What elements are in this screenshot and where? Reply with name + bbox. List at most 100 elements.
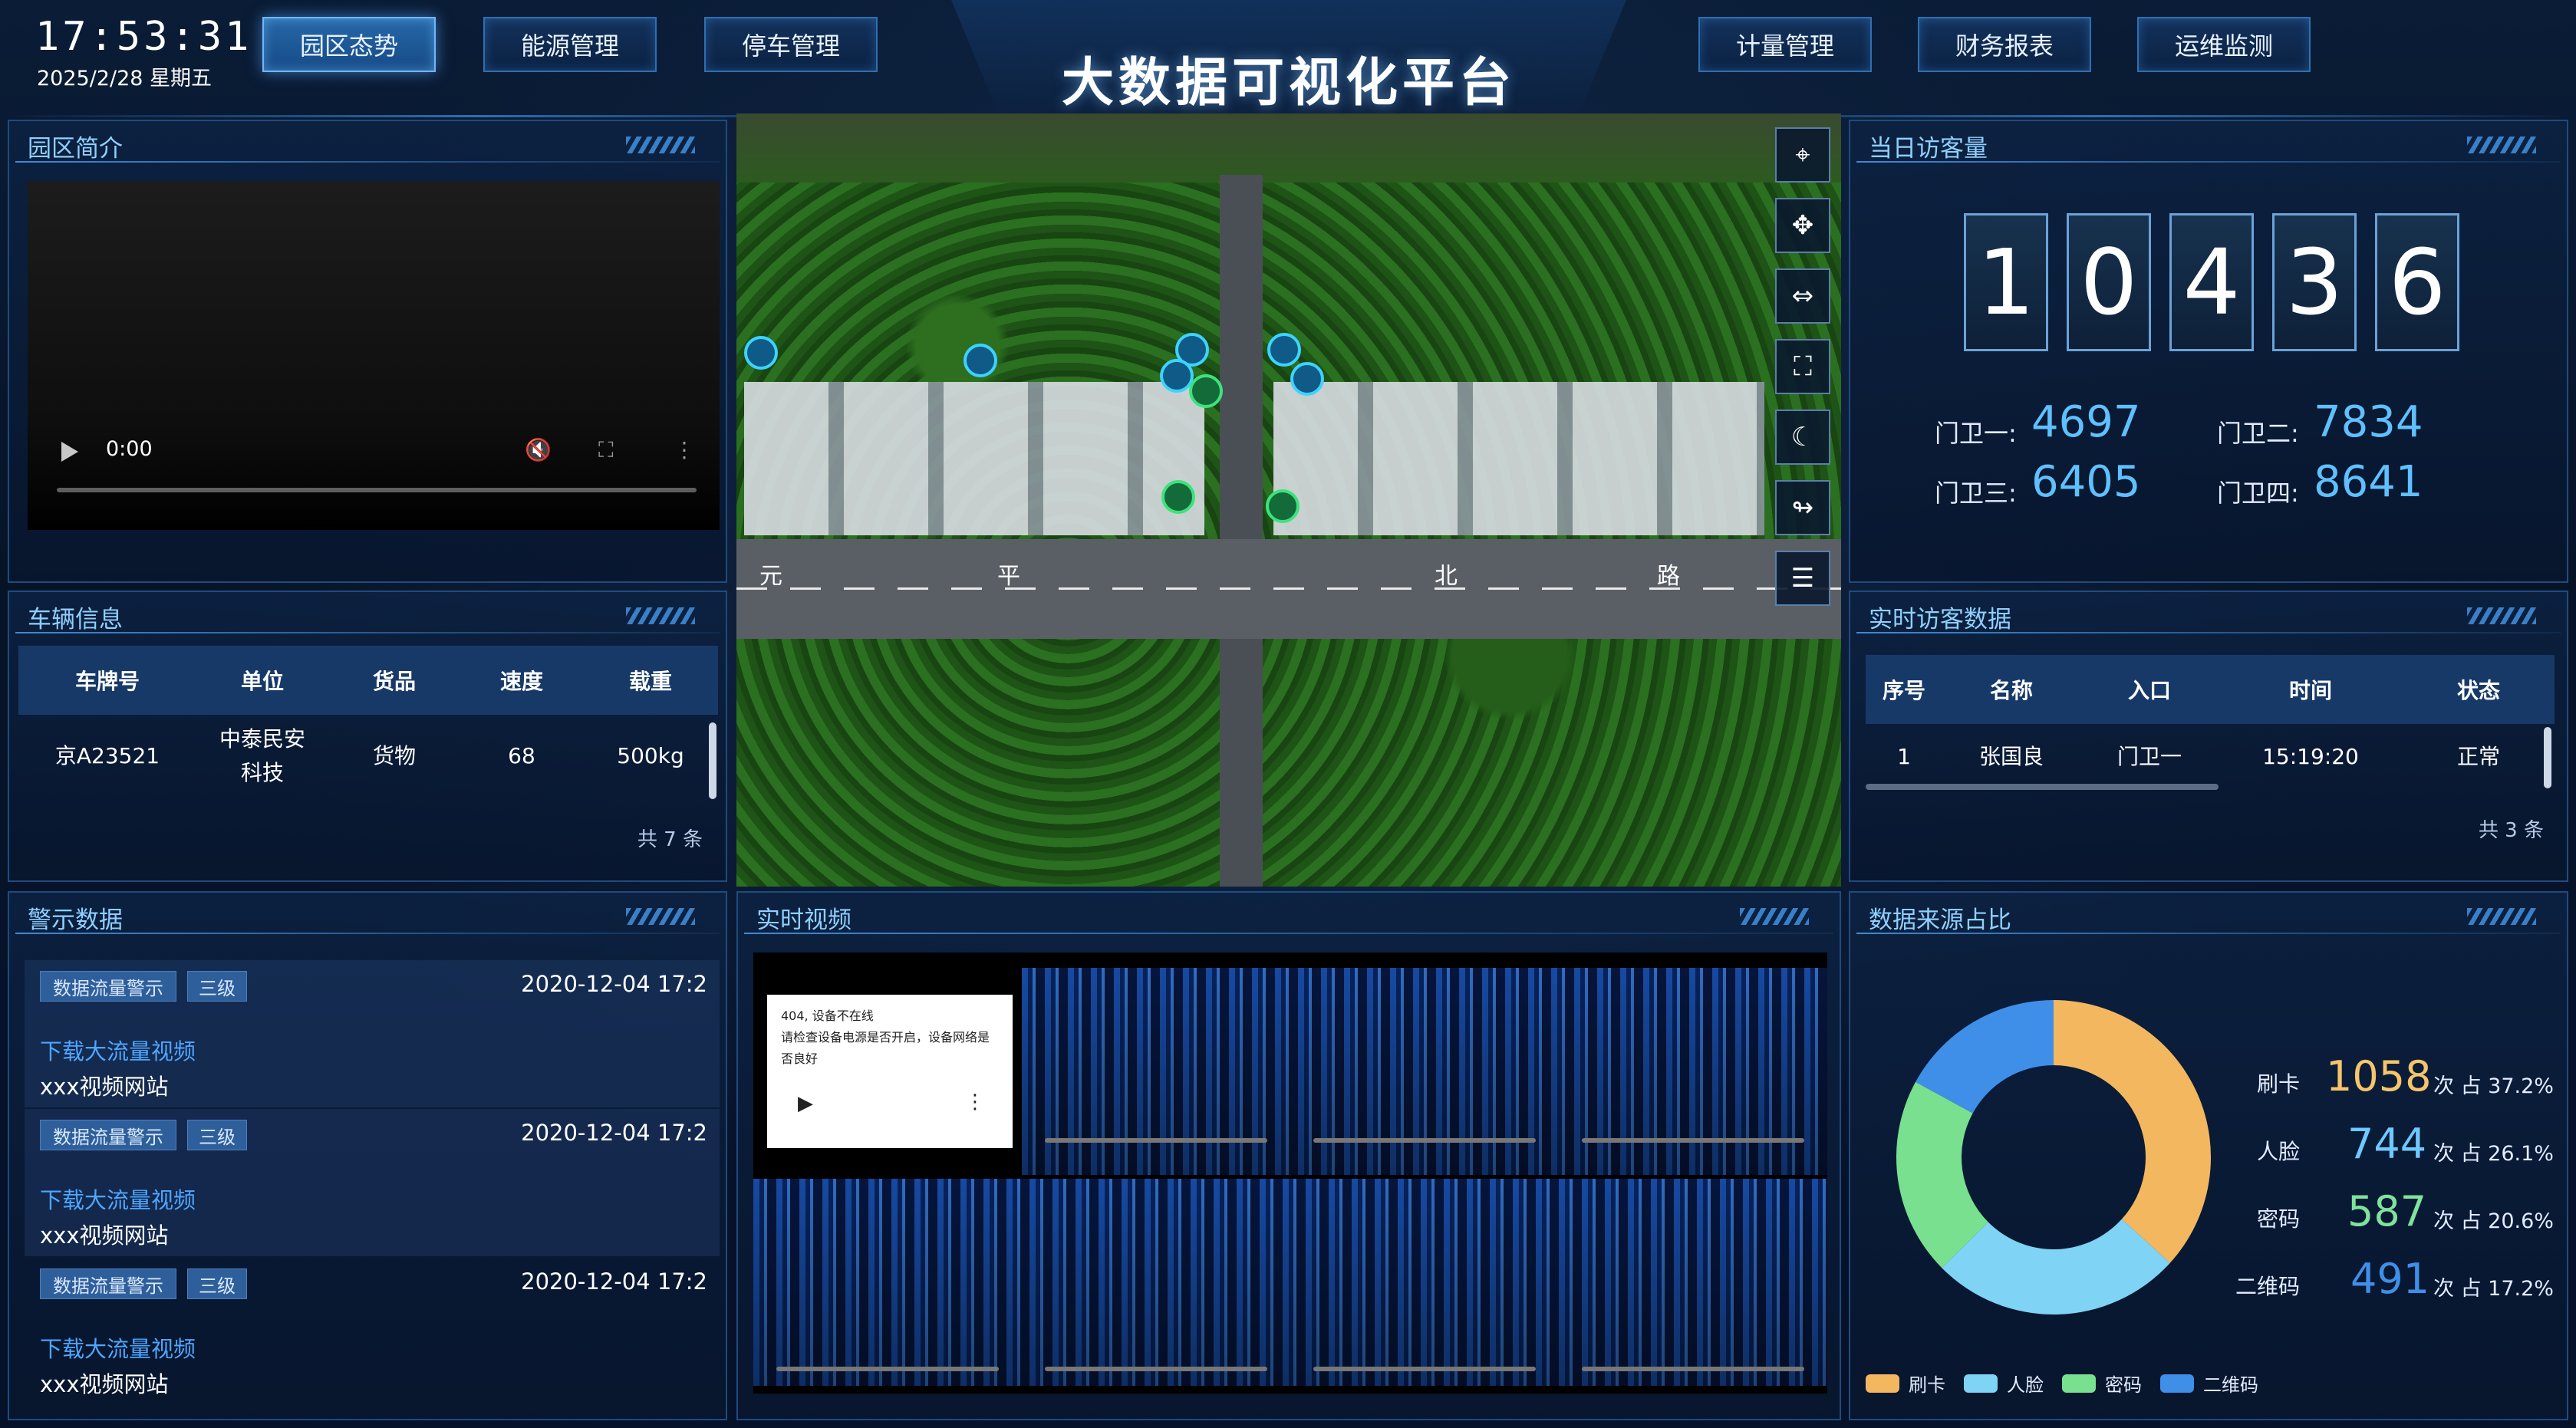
- intro-video[interactable]: 0:00 🔇 ⛶ ⋮: [28, 181, 720, 530]
- warning-time: 2020-12-04 17:2: [521, 971, 707, 997]
- visitors-table-header: 序号 名称 入口 时间 状态: [1866, 655, 2555, 724]
- table-row[interactable]: 1 张国良 门卫一 15:19:20 正常: [1866, 738, 2555, 776]
- night-icon[interactable]: ☾: [1775, 410, 1830, 465]
- video-progress[interactable]: [1045, 1367, 1267, 1371]
- warning-link[interactable]: 下载大流量视频: [40, 1331, 196, 1364]
- page-title: 大数据可视化平台: [1061, 53, 1516, 114]
- nav-ops[interactable]: 运维监测: [2137, 17, 2311, 72]
- legend-item[interactable]: 人脸: [1964, 1370, 2044, 1397]
- measure-icon[interactable]: ⇔: [1775, 268, 1830, 324]
- more-icon[interactable]: ⋮: [674, 437, 695, 462]
- cell-goods: 货物: [372, 743, 416, 768]
- camera-marker[interactable]: [964, 344, 997, 377]
- header: 17:53:31 2025/2/28 星期五 园区态势 能源管理 停车管理 大数…: [0, 0, 2576, 130]
- nav-finance[interactable]: 财务报表: [1918, 17, 2091, 72]
- camera-marker[interactable]: [1290, 362, 1324, 396]
- nav-parking[interactable]: 停车管理: [704, 17, 878, 72]
- legend-swatch: [2062, 1374, 2096, 1393]
- legend-item[interactable]: 刷卡: [1866, 1370, 1945, 1397]
- legend-item[interactable]: 密码: [2062, 1370, 2142, 1397]
- video-progress[interactable]: [782, 1137, 997, 1141]
- donut-chart[interactable]: [1889, 992, 2219, 1322]
- vehicle-marker[interactable]: [1266, 489, 1300, 523]
- legend-swatch: [2160, 1374, 2194, 1393]
- offline-video[interactable]: 404, 设备不在线 请检查设备电源是否开启，设备网络是否良好 ▶ ⋮: [767, 995, 1013, 1148]
- stripes-decor: [2467, 137, 2536, 153]
- scrollbar[interactable]: [2544, 727, 2551, 788]
- horizontal-scrollbar[interactable]: [1866, 784, 2219, 790]
- source-value: 1058: [2326, 1052, 2432, 1101]
- video-progress[interactable]: [57, 488, 697, 492]
- legend-label: 刷卡: [1909, 1374, 1945, 1396]
- stripes-decor: [2467, 908, 2536, 925]
- date: 2025/2/28 星期五: [37, 67, 212, 90]
- live-visitors-panel: 实时访客数据 序号 名称 入口 时间 状态 1 张国良 门卫一 15:19:20…: [1849, 591, 2568, 882]
- map-horizon: [736, 114, 1841, 183]
- gate-label: 门卫三:: [1935, 479, 2017, 508]
- route-icon[interactable]: ↬: [1775, 480, 1830, 535]
- panel-title-bar: [1856, 161, 2561, 163]
- panel-title-bar: [1856, 933, 2561, 934]
- warning-item[interactable]: 数据流量警示 三级 2020-12-04 17:2 下载大流量视频 xxx视频网…: [25, 1109, 720, 1256]
- video-progress[interactable]: [1313, 1367, 1536, 1371]
- road-label: 路: [1657, 563, 1680, 590]
- vehicle-marker[interactable]: [1189, 374, 1223, 408]
- target-icon[interactable]: ⌖: [1775, 127, 1830, 183]
- source-label: 密码: [2257, 1206, 2301, 1232]
- col-name: 名称: [1989, 678, 2033, 703]
- play-icon[interactable]: ▶: [798, 1093, 813, 1114]
- video-progress[interactable]: [776, 1367, 999, 1371]
- warning-link[interactable]: 下载大流量视频: [40, 1183, 196, 1215]
- park-map[interactable]: 元 平 北 路 ⌖ ✥ ⇔ ⛶ ☾ ↬ ☰: [736, 114, 1841, 887]
- city-video[interactable]: [753, 1179, 1827, 1386]
- video-progress[interactable]: [1313, 1138, 1536, 1143]
- city-video[interactable]: [1022, 968, 1827, 1175]
- col-speed: 速度: [499, 669, 543, 694]
- table-row[interactable]: 京A23521 中泰民安 科技 货物 68 500kg: [18, 722, 718, 790]
- gate-label: 门卫二:: [2217, 419, 2299, 448]
- scrollbar[interactable]: [709, 722, 716, 799]
- warning-level-badge: 三级: [187, 1120, 247, 1150]
- donut-slice-刷卡[interactable]: [2054, 1000, 2211, 1263]
- fullscreen-icon[interactable]: ⛶: [1775, 339, 1830, 394]
- col-goods: 货品: [372, 669, 416, 694]
- video-time: 0:00: [106, 437, 153, 461]
- nav-energy[interactable]: 能源管理: [483, 17, 657, 72]
- camera-marker[interactable]: [744, 336, 778, 370]
- video-progress[interactable]: [1045, 1138, 1267, 1143]
- gate-value: 4697: [2031, 397, 2141, 447]
- video-progress[interactable]: [1582, 1367, 1804, 1371]
- nav-metering[interactable]: 计量管理: [1698, 17, 1872, 72]
- warning-site: xxx视频网站: [40, 1074, 169, 1100]
- move-icon[interactable]: ✥: [1775, 198, 1830, 253]
- more-icon[interactable]: ⋮: [965, 1091, 985, 1113]
- source-value: 491: [2350, 1255, 2430, 1303]
- camera-marker[interactable]: [1267, 333, 1301, 367]
- warning-link[interactable]: 下载大流量视频: [40, 1034, 196, 1066]
- fullscreen-icon[interactable]: ⛶: [598, 437, 614, 463]
- warning-type-badge: 数据流量警示: [40, 1120, 176, 1150]
- cell-time: 15:19:20: [2262, 744, 2359, 769]
- panel-title: 园区简介: [28, 135, 123, 163]
- source-label: 刷卡: [2257, 1071, 2301, 1097]
- warning-type-badge: 数据流量警示: [40, 971, 176, 1002]
- gate-label: 门卫四:: [2217, 479, 2299, 508]
- legend-item[interactable]: 二维码: [2160, 1370, 2258, 1397]
- legend-label: 人脸: [2007, 1374, 2044, 1396]
- counter-digit: 1: [1964, 213, 2048, 351]
- legend-label: 密码: [2105, 1374, 2142, 1396]
- stripes-decor: [626, 607, 695, 624]
- video-progress[interactable]: [1582, 1138, 1804, 1143]
- panel-title: 实时访客数据: [1869, 606, 2011, 633]
- road-label: 平: [997, 563, 1020, 590]
- nav-park-status[interactable]: 园区态势: [262, 17, 436, 72]
- vehicle-marker[interactable]: [1161, 480, 1195, 514]
- mute-icon[interactable]: 🔇: [525, 437, 552, 462]
- warning-item[interactable]: 数据流量警示 三级 2020-12-04 17:2 下载大流量视频 xxx视频网…: [25, 960, 720, 1107]
- clock: 17:53:31: [35, 14, 252, 60]
- layers-icon[interactable]: ☰: [1775, 551, 1830, 606]
- play-icon[interactable]: [61, 442, 78, 462]
- panel-title: 车辆信息: [28, 606, 123, 633]
- offline-message: 404, 设备不在线: [781, 1008, 874, 1023]
- warning-item[interactable]: 数据流量警示 三级 2020-12-04 17:2 下载大流量视频 xxx视频网…: [25, 1258, 720, 1405]
